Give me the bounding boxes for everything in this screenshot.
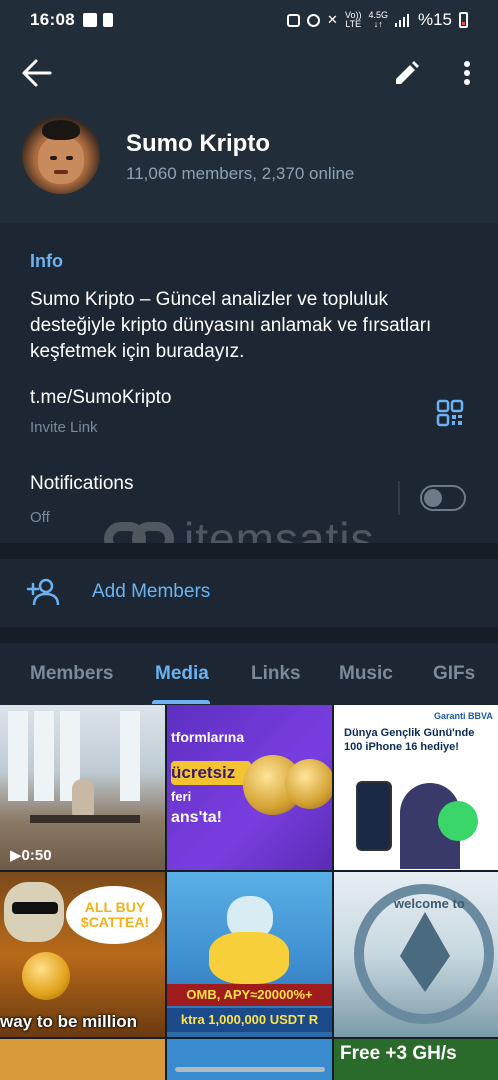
section-divider: [0, 627, 498, 643]
tile3-headline: Dünya Gençlik Günü'nde: [344, 727, 475, 739]
data-speed-indicator: 4.5G ↓↑: [368, 11, 388, 29]
tile5-piggy-bank: [209, 932, 289, 984]
shared-media-tabs: Members Media Links Music GIFs: [0, 643, 498, 705]
media-item-image[interactable]: OMB, APY≈20000%+ ktra 1,000,000 USDT R: [167, 872, 332, 1037]
video-duration-text: 0:50: [21, 847, 52, 864]
tile3-badge: [438, 801, 478, 841]
tile5-line2: ktra 1,000,000 USDT R: [167, 1008, 332, 1032]
channel-avatar[interactable]: [22, 116, 100, 194]
mute-icon: ✕: [327, 12, 338, 27]
tile2-line2: ücretsiz: [171, 763, 236, 782]
media-item-image[interactable]: [167, 1039, 332, 1080]
avatar-mouth: [54, 170, 68, 174]
channel-description[interactable]: Sumo Kripto – Güncel analizler ve toplul…: [30, 287, 478, 365]
media-item-image[interactable]: ALL BUY $CATTEA! way to be million: [0, 872, 165, 1037]
tab-members[interactable]: Members: [30, 663, 113, 685]
tile3-brand: Garanti BBVA: [434, 711, 493, 721]
video-duration: ▶0:50: [10, 847, 52, 864]
status-right: ✕ Vo)) LTE 4.5G ↓↑ %15: [287, 10, 468, 30]
active-tab-indicator: [152, 700, 210, 704]
pencil-icon[interactable]: [392, 60, 420, 88]
avatar-eye-left: [50, 156, 57, 160]
media-item-image[interactable]: [0, 1039, 165, 1080]
tab-links[interactable]: Links: [251, 663, 301, 685]
battery-percent: %15: [417, 10, 452, 29]
back-arrow-icon[interactable]: [20, 58, 54, 88]
media-item-image[interactable]: tformlarına ücretsiz feri ans'ta!: [167, 705, 332, 870]
status-bar: 16:08 ✕ Vo)) LTE 4.5G ↓↑ %15: [0, 0, 498, 40]
volte-indicator: Vo)) LTE: [345, 11, 362, 29]
media-item-image[interactable]: Garanti BBVA Dünya Gençlik Günü'nde 100 …: [334, 705, 498, 870]
tile9-text: Free +3 GH/s: [340, 1043, 457, 1064]
invite-link[interactable]: t.me/SumoKripto: [30, 387, 172, 409]
tile4-sunglasses: [12, 902, 58, 914]
media-item-image[interactable]: welcome to: [334, 872, 498, 1037]
more-vertical-icon[interactable]: [455, 58, 479, 88]
notification-icons: [82, 13, 113, 27]
volte-bottom: LTE: [345, 19, 362, 29]
section-divider: [0, 543, 498, 559]
tile2-line1: tformlarına: [171, 729, 245, 745]
battery-icon: [459, 12, 468, 28]
info-section: Info Sumo Kripto – Güncel analizler ve t…: [0, 223, 498, 543]
video-thumbnail-desk: [30, 815, 140, 823]
media-item-video[interactable]: ▶0:50: [0, 705, 165, 870]
speed-bottom: ↓↑: [373, 19, 383, 29]
tile5-line1: OMB, APY≈20000%+: [167, 984, 332, 1006]
notifications-label[interactable]: Notifications: [30, 473, 134, 495]
video-thumbnail-person: [72, 779, 94, 817]
tile3-phone: [356, 781, 392, 851]
channel-member-count: 11,060 members, 2,370 online: [126, 164, 355, 183]
media-grid: ▶0:50 tformlarına ücretsiz feri ans'ta! …: [0, 705, 498, 1080]
alarm-icon: [307, 13, 321, 27]
avatar-hair: [42, 120, 80, 140]
ethereum-coin-icon: [285, 759, 332, 809]
gallery-notification-icon: [82, 13, 97, 27]
invite-link-label: Invite Link: [30, 419, 98, 436]
status-time: 16:08: [30, 10, 75, 29]
channel-title: Sumo Kripto: [126, 130, 270, 157]
tile6-text: welcome to: [394, 896, 465, 911]
tile2-line3: feri: [171, 789, 192, 804]
avatar-eye-right: [66, 156, 73, 160]
info-heading: Info: [30, 251, 63, 271]
tile2-line4: ans'ta!: [171, 809, 222, 826]
signal-icon: [394, 14, 409, 27]
add-user-icon: [26, 578, 60, 606]
add-members-label: Add Members: [92, 581, 211, 602]
profile-header: Sumo Kripto 11,060 members, 2,370 online: [0, 40, 498, 223]
tile4-caption: way to be million: [0, 1012, 137, 1031]
tile4-bubble-text: ALL BUY $CATTEA!: [80, 899, 150, 930]
qr-code-icon[interactable]: [436, 399, 464, 427]
tile4-coin-icon: [22, 952, 70, 1000]
tab-gifs[interactable]: GIFs: [433, 663, 475, 685]
alert-notification-icon: [102, 13, 113, 27]
toggle-knob: [424, 489, 442, 507]
notifications-toggle[interactable]: [420, 485, 466, 511]
add-members-row[interactable]: Add Members: [0, 559, 498, 627]
nfc-icon: [287, 13, 301, 27]
notifications-divider: [398, 481, 400, 515]
media-item-image[interactable]: Free +3 GH/s: [334, 1039, 498, 1080]
home-indicator[interactable]: [175, 1067, 325, 1072]
tile3-headline2: 100 iPhone 16 hediye!: [344, 741, 459, 753]
tab-music[interactable]: Music: [339, 663, 393, 685]
avatar-face: [38, 136, 84, 184]
notifications-state: Off: [30, 509, 50, 526]
tab-media[interactable]: Media: [155, 663, 209, 685]
